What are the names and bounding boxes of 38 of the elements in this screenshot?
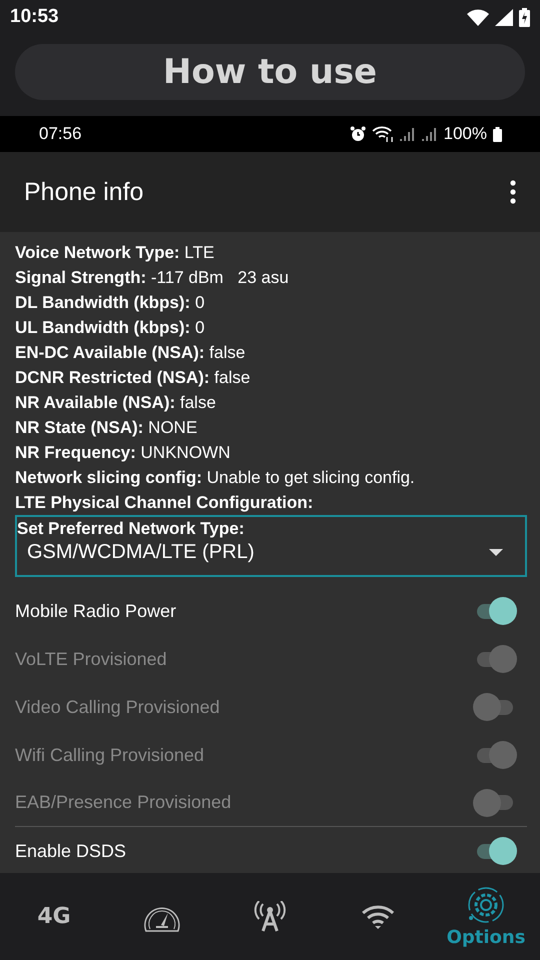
nav-tab[interactable]: Options bbox=[441, 876, 531, 956]
alarm-icon bbox=[350, 126, 366, 142]
switch-label: EAB/Presence Provisioned bbox=[15, 792, 232, 813]
info-line: NR Available (NSA): false bbox=[15, 392, 217, 414]
info-line: DCNR Restricted (NSA): false bbox=[15, 367, 252, 389]
dropdown-caret-icon bbox=[489, 549, 503, 556]
app-title: Phone info bbox=[24, 178, 144, 206]
info-line: DL Bandwidth (kbps): 0 bbox=[15, 292, 206, 314]
signal-icon bbox=[495, 8, 513, 26]
signal-icon bbox=[400, 127, 416, 141]
info-line: Signal Strength: -117 dBm 23 asu bbox=[15, 267, 290, 289]
status-time: 07:56 bbox=[39, 124, 82, 144]
more-options-icon[interactable] bbox=[510, 180, 516, 204]
info-line: LTE Physical Channel Configuration: bbox=[15, 492, 314, 514]
switch-label: Wifi Calling Provisioned bbox=[15, 744, 204, 766]
wifi-icon bbox=[361, 904, 395, 930]
switch-label: Mobile Radio Power bbox=[15, 600, 176, 622]
how-to-use-button[interactable]: How to use bbox=[15, 44, 525, 100]
status-time: 10:53 bbox=[10, 6, 59, 28]
info-line: NR Frequency: UNKNOWN bbox=[15, 442, 232, 464]
antenna-icon bbox=[254, 900, 286, 932]
wifi-icon bbox=[467, 8, 489, 26]
info-line: Network slicing config: Unable to get slicing config. bbox=[15, 467, 416, 489]
network-type-dropdown[interactable]: Set Preferred Network Type: GSM/WCDMA/LTE (PRL) bbox=[15, 515, 527, 577]
switch-label: Video Calling Provisioned bbox=[15, 696, 220, 718]
settings-icon bbox=[466, 885, 506, 925]
signal-icon bbox=[422, 127, 438, 141]
switch-label: Enable DSDS bbox=[15, 840, 126, 862]
info-line: Voice Network Type: LTE bbox=[15, 242, 216, 264]
wifi-icon bbox=[372, 126, 394, 142]
battery-percent: 100% bbox=[444, 124, 487, 144]
nav-tab[interactable]: 4G bbox=[9, 876, 99, 956]
info-line: UL Bandwidth (kbps): 0 bbox=[15, 317, 206, 339]
battery-icon bbox=[493, 126, 502, 142]
switch-label: VoLTE Provisioned bbox=[15, 648, 167, 670]
battery-charging-icon bbox=[519, 8, 530, 26]
info-line: NR State (NSA): NONE bbox=[15, 417, 198, 439]
info-line: EN-DC Available (NSA): false bbox=[15, 342, 246, 364]
